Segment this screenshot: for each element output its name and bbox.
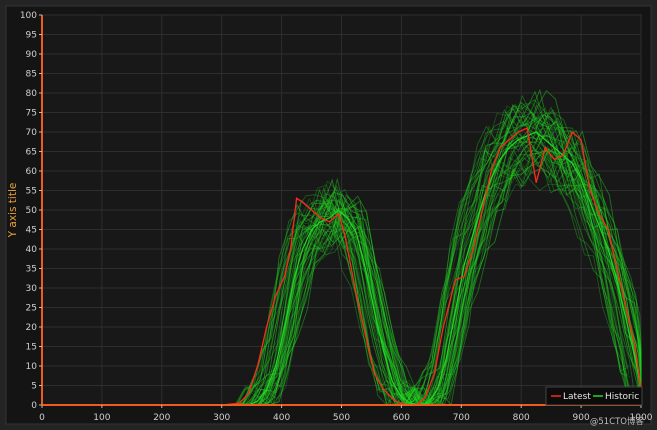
x-tick-label: 300 — [213, 413, 230, 423]
x-tick-label: 600 — [393, 413, 410, 423]
y-tick-label: 95 — [26, 31, 37, 41]
y-tick-label: 5 — [31, 382, 37, 392]
y-tick-label: 20 — [26, 323, 38, 333]
y-tick-label: 55 — [26, 187, 37, 197]
y-tick-label: 100 — [20, 11, 37, 21]
y-tick-label: 90 — [26, 50, 38, 60]
legend[interactable]: Latest Historic — [545, 386, 643, 406]
y-tick-label: 65 — [26, 148, 37, 158]
x-tick-label: 400 — [273, 413, 290, 423]
x-tick-label: 200 — [153, 413, 170, 423]
x-tick-label: 0 — [39, 413, 45, 423]
y-tick-label: 35 — [26, 265, 37, 275]
y-tick-label: 45 — [26, 226, 37, 236]
chart-panel: 0 5 10 15 20 25 30 35 40 45 50 55 60 65 70 75 80 85 90 95 10… — [0, 0, 657, 430]
y-tick-label: 50 — [26, 206, 38, 216]
y-tick-label: 75 — [26, 109, 37, 119]
y-axis-title: Y axis title — [7, 183, 19, 239]
x-tick-label: 500 — [333, 413, 350, 423]
legend-label-historic: Historic — [605, 392, 639, 402]
y-tick-label: 85 — [26, 70, 37, 80]
y-tick-label: 80 — [26, 89, 38, 99]
x-tick-label: 100 — [93, 413, 110, 423]
line-chart: 0 5 10 15 20 25 30 35 40 45 50 55 60 65 70 75 80 85 90 95 10… — [0, 0, 657, 430]
watermark: @51CTO博客 — [590, 416, 645, 427]
x-tick-label: 700 — [453, 413, 470, 423]
x-tick-label: 800 — [513, 413, 530, 423]
y-tick-label: 10 — [26, 362, 38, 372]
y-tick-label: 60 — [26, 167, 38, 177]
y-tick-label: 15 — [26, 343, 37, 353]
legend-label-latest: Latest — [563, 392, 591, 402]
x-tick-label: 900 — [573, 413, 590, 423]
y-tick-label: 40 — [26, 245, 38, 255]
y-tick-label: 25 — [26, 304, 37, 314]
y-tick-label: 0 — [31, 401, 37, 411]
y-tick-label: 70 — [26, 128, 38, 138]
y-tick-label: 30 — [26, 284, 38, 294]
